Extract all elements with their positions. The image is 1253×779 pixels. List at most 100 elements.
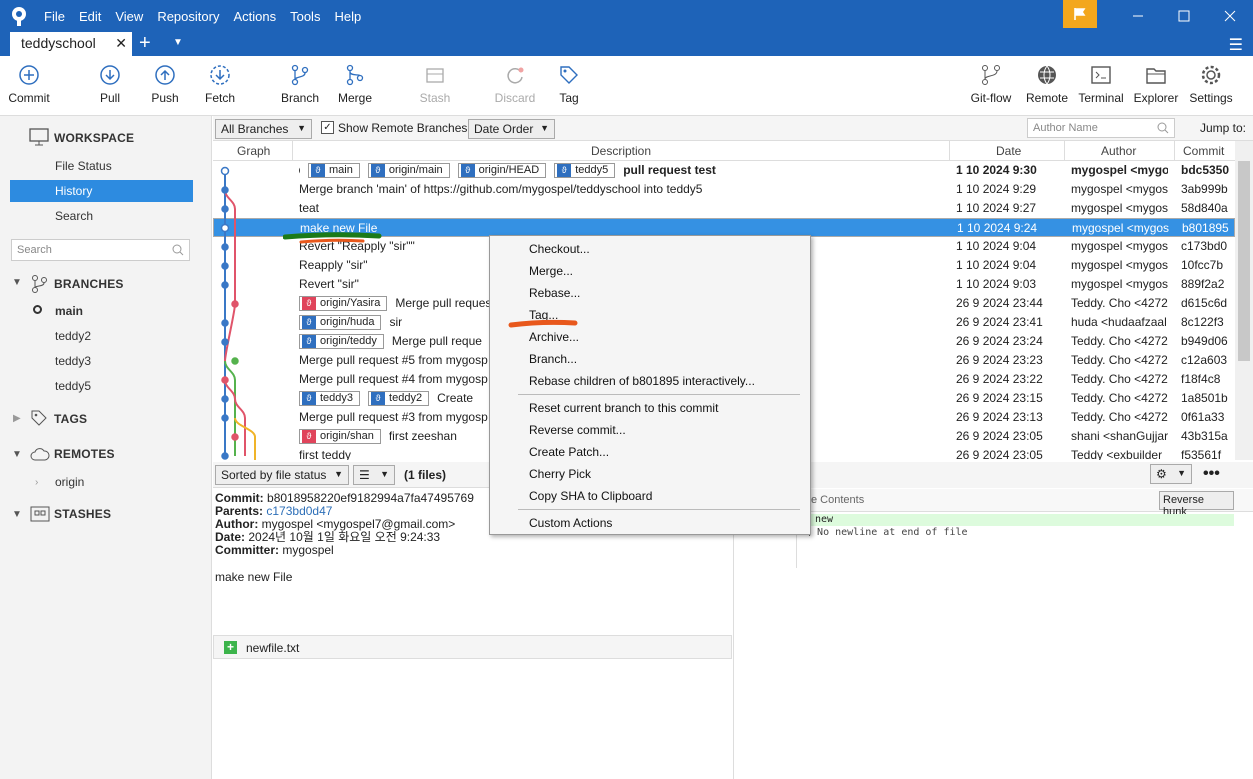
- changed-file-row[interactable]: + newfile.txt: [213, 635, 732, 659]
- push-button[interactable]: Push: [150, 64, 180, 105]
- branch-label[interactable]: ϑ origin/Yasira: [299, 296, 388, 312]
- minimize-button[interactable]: [1115, 0, 1161, 32]
- menu-tools[interactable]: Tools: [290, 9, 320, 24]
- context-menu-item[interactable]: Cherry Pick: [529, 467, 591, 481]
- more-options-icon[interactable]: •••: [1203, 465, 1220, 483]
- stashes-header[interactable]: STASHES: [54, 507, 111, 521]
- graph-commit-node: [221, 262, 229, 270]
- diff-options-select[interactable]: ⚙ ▼: [1150, 464, 1192, 484]
- remotes-expand-icon[interactable]: ▼: [12, 449, 22, 460]
- close-window-button[interactable]: [1207, 0, 1253, 32]
- branches-expand-icon[interactable]: ▼: [12, 277, 22, 288]
- sidebar-item-history[interactable]: History: [10, 180, 193, 202]
- sidebar-branch-main[interactable]: main: [55, 304, 83, 318]
- sidebar-item-search[interactable]: Search: [10, 205, 193, 227]
- graph-commit-node: [220, 166, 230, 176]
- context-menu-item[interactable]: Rebase...: [529, 286, 580, 300]
- branch-label[interactable]: ϑ origin/HEAD: [457, 163, 547, 179]
- context-menu-item[interactable]: Custom Actions: [529, 516, 612, 530]
- branch-filter-select[interactable]: All Branches ▼: [215, 119, 312, 139]
- sidebar-branch-teddy2[interactable]: teddy2: [55, 329, 91, 343]
- order-select[interactable]: Date Order ▼: [468, 119, 555, 139]
- commit-row[interactable]: Merge branch 'main' of https://github.co…: [213, 180, 1235, 199]
- scrollbar-thumb[interactable]: [1238, 161, 1250, 361]
- col-author[interactable]: Author: [1101, 144, 1136, 158]
- context-menu-item[interactable]: Create Patch...: [529, 445, 609, 459]
- pull-button[interactable]: Pull: [95, 64, 125, 105]
- context-menu-item[interactable]: Rebase children of b801895 interactively…: [529, 374, 755, 388]
- branches-header[interactable]: BRANCHES: [54, 277, 124, 291]
- file-sort-select[interactable]: Sorted by file status ▼: [215, 465, 349, 485]
- branch-label[interactable]: ϑ teddy2: [368, 391, 430, 407]
- tags-expand-icon[interactable]: ▶: [13, 413, 21, 424]
- maximize-button[interactable]: [1161, 0, 1207, 32]
- col-graph[interactable]: Graph: [237, 144, 270, 158]
- menu-help[interactable]: Help: [334, 9, 361, 24]
- context-menu-item[interactable]: Merge...: [529, 264, 573, 278]
- new-tab-button[interactable]: +: [139, 32, 151, 55]
- hamburger-menu-icon[interactable]: ☰: [1229, 35, 1243, 55]
- reverse-hunk-button[interactable]: Reverse hunk: [1159, 491, 1234, 518]
- branch-label[interactable]: ϑ teddy3: [299, 391, 361, 407]
- sidebar-branch-teddy3[interactable]: teddy3: [55, 354, 91, 368]
- branch-label-text: teddy2: [389, 392, 423, 405]
- author-name-input[interactable]: Author Name: [1027, 118, 1175, 138]
- fetch-button[interactable]: Fetch: [204, 64, 236, 105]
- branch-label[interactable]: ϑ origin/teddy: [299, 334, 384, 350]
- branch-label[interactable]: ϑ origin/main: [367, 163, 450, 179]
- graph-edge: [224, 303, 236, 362]
- remote-button[interactable]: Remote: [1024, 64, 1070, 105]
- show-remote-branches-checkbox[interactable]: ✓: [321, 121, 334, 134]
- branch-button[interactable]: Branch: [281, 64, 319, 105]
- col-description[interactable]: Description: [591, 144, 651, 158]
- sidebar-branch-teddy5[interactable]: teddy5: [55, 379, 91, 393]
- tab-teddyschool[interactable]: teddyschool ✕: [10, 32, 132, 56]
- stashes-expand-icon[interactable]: ▼: [12, 509, 22, 520]
- commit-message-text: Merge pull reque: [391, 334, 482, 348]
- terminal-button[interactable]: Terminal: [1076, 64, 1126, 105]
- menu-repository[interactable]: Repository: [157, 9, 219, 24]
- sidebar-item-file-status[interactable]: File Status: [10, 155, 193, 177]
- col-commit[interactable]: Commit: [1183, 144, 1224, 158]
- context-menu-item[interactable]: Reset current branch to this commit: [529, 401, 718, 415]
- commit-button[interactable]: Commit: [7, 64, 51, 105]
- graph-commit-node: [221, 376, 229, 384]
- context-menu-item[interactable]: Archive...: [529, 330, 579, 344]
- tag-button[interactable]: Tag: [556, 64, 582, 105]
- gitflow-button[interactable]: Git-flow: [968, 64, 1014, 105]
- graph-commit-node: [221, 205, 229, 213]
- branch-label[interactable]: ϑ origin/shan: [299, 429, 381, 445]
- col-date[interactable]: Date: [996, 144, 1021, 158]
- parent-link[interactable]: c173bd0d47: [266, 504, 332, 518]
- context-menu-item[interactable]: Checkout...: [529, 242, 590, 256]
- workspace-header[interactable]: WORKSPACE: [54, 131, 134, 145]
- explorer-button[interactable]: Explorer: [1133, 64, 1179, 105]
- merge-button[interactable]: Merge: [337, 64, 373, 105]
- commit-message-text: Merge pull request #3 from mygosp: [299, 410, 488, 424]
- tags-header[interactable]: TAGS: [54, 412, 87, 426]
- tab-close-icon[interactable]: ✕: [115, 35, 127, 52]
- branch-label[interactable]: ϑ teddy5: [554, 163, 616, 179]
- menu-file[interactable]: File: [44, 9, 65, 24]
- origin-expand-icon[interactable]: ›: [35, 477, 38, 488]
- tab-dropdown-icon[interactable]: ▼: [173, 37, 183, 48]
- sidebar-search-input[interactable]: Search: [11, 239, 190, 261]
- view-mode-select[interactable]: ☰ ▼: [353, 465, 395, 485]
- stash-button[interactable]: Stash: [419, 64, 451, 105]
- history-scrollbar[interactable]: [1235, 141, 1253, 460]
- remotes-header[interactable]: REMOTES: [54, 447, 115, 461]
- branch-label[interactable]: ϑ main: [308, 163, 360, 179]
- notification-flag-button[interactable]: [1063, 0, 1097, 28]
- context-menu-item[interactable]: Copy SHA to Clipboard: [529, 489, 652, 503]
- context-menu-item[interactable]: Branch...: [529, 352, 577, 366]
- sidebar-remote-origin[interactable]: origin: [55, 475, 84, 489]
- branch-label[interactable]: ϑ origin/huda: [299, 315, 382, 331]
- discard-button[interactable]: Discard: [493, 64, 537, 105]
- menu-actions[interactable]: Actions: [233, 9, 276, 24]
- context-menu-item[interactable]: Reverse commit...: [529, 423, 626, 437]
- settings-button[interactable]: Settings: [1188, 64, 1234, 105]
- commit-row[interactable]: ϑ main ϑ origin/main ϑ origin/HEAD ϑ teddy5 pull…: [213, 161, 1235, 180]
- commit-row[interactable]: teat 1 10 2024 9:27 mygospel <mygospel7@gm…: [213, 199, 1235, 218]
- menu-view[interactable]: View: [115, 9, 143, 24]
- menu-edit[interactable]: Edit: [79, 9, 101, 24]
